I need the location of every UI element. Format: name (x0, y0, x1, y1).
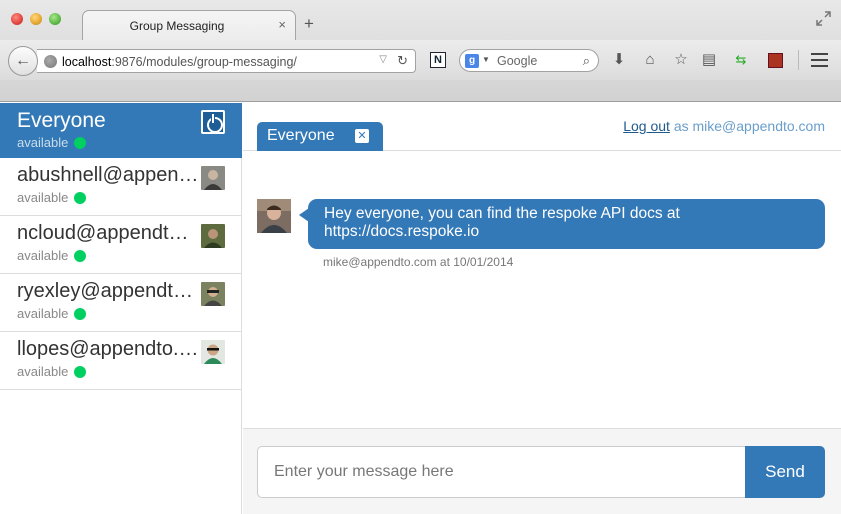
group-status: available (17, 135, 87, 150)
user-list-item[interactable]: abushnell@appendto.com available (0, 158, 242, 216)
address-bar[interactable]: localhost:9876/modules/group-messaging/ … (37, 49, 416, 73)
tab-everyone[interactable]: Everyone ✕ (257, 122, 383, 151)
user-name: abushnell@appendto.com (17, 164, 199, 186)
presence-dot-icon (74, 250, 87, 262)
globe-icon (44, 55, 57, 68)
user-status: available (17, 190, 87, 205)
browser-tab-close-icon[interactable]: × (278, 17, 286, 32)
url-history-dropdown-icon[interactable]: ▽ (379, 54, 387, 65)
browser-chrome: Group Messaging × + localhost:9876/modul… (0, 0, 841, 102)
fullscreen-icon[interactable] (816, 11, 831, 26)
group-name: Everyone (17, 109, 106, 132)
user-name: llopes@appendto.com (17, 338, 199, 360)
status-text: available (17, 306, 69, 321)
status-text: available (17, 248, 69, 263)
user-name: ryexley@appendto.com (17, 280, 199, 302)
avatar (201, 340, 225, 364)
message-meta: mike@appendto.com at 10/01/2014 (323, 255, 514, 269)
avatar (201, 224, 225, 248)
user-status: available (17, 248, 87, 263)
search-engine-placeholder: Google (497, 54, 538, 68)
user-status: available (17, 364, 87, 379)
message-composer: Send (243, 428, 841, 514)
window-zoom-button[interactable] (49, 13, 61, 25)
n-extension-icon[interactable]: N (430, 52, 446, 68)
search-icon[interactable]: ⌕ (583, 53, 590, 69)
back-arrow-icon: ← (15, 52, 31, 69)
avatar (201, 282, 225, 306)
avatar (201, 166, 225, 190)
browser-tab-active[interactable]: Group Messaging × (82, 10, 296, 40)
user-list-item[interactable]: llopes@appendto.com available (0, 332, 242, 390)
new-tab-button[interactable]: + (304, 15, 314, 32)
conversation-tabs-bar: Everyone ✕ Log out as mike@appendto.com (243, 103, 841, 151)
user-list-item[interactable]: ryexley@appendto.com available (0, 274, 242, 332)
toolbar-divider (798, 50, 799, 70)
presence-dot-icon (74, 137, 87, 149)
address-bar-url[interactable]: localhost:9876/modules/group-messaging/ (62, 55, 297, 69)
reload-icon[interactable]: ↻ (397, 53, 408, 69)
back-button[interactable]: ← (8, 46, 38, 76)
window-close-button[interactable] (11, 13, 23, 25)
logout-link[interactable]: Log out (623, 118, 670, 134)
status-text: available (17, 190, 69, 205)
session-info: Log out as mike@appendto.com (623, 118, 825, 134)
browser-tab-title: Group Messaging (129, 19, 225, 33)
power-icon[interactable] (201, 110, 225, 134)
download-icon[interactable]: ⬇ (609, 50, 629, 70)
group-item-everyone[interactable]: Everyone available (0, 103, 242, 158)
send-button[interactable]: Send (745, 446, 825, 498)
user-status: available (17, 306, 87, 321)
message-text: Hey everyone, you can find the respoke A… (324, 205, 680, 240)
status-text: available (17, 135, 69, 150)
status-text: available (17, 364, 69, 379)
user-list-item[interactable]: ncloud@appendto.com available (0, 216, 242, 274)
search-engine-dropdown-icon[interactable]: ▼ (482, 55, 490, 64)
avatar (257, 199, 291, 233)
user-name: ncloud@appendto.com (17, 222, 199, 244)
search-bar[interactable]: g ▼ Google ⌕ (459, 49, 599, 72)
reading-list-icon[interactable]: ▤ (699, 50, 719, 70)
message-bubble: Hey everyone, you can find the respoke A… (299, 199, 825, 249)
message-input[interactable] (257, 446, 747, 498)
extension-icon[interactable] (765, 50, 785, 70)
presence-dot-icon (74, 192, 87, 204)
url-host: localhost (62, 55, 112, 69)
window-minimize-button[interactable] (30, 13, 42, 25)
home-icon[interactable]: ⌂ (640, 50, 660, 70)
tab-label: Everyone (267, 127, 335, 144)
url-path: :9876/modules/group-messaging/ (111, 55, 297, 69)
menu-icon[interactable] (811, 53, 828, 67)
logged-in-as: as mike@appendto.com (673, 118, 825, 134)
contacts-sidebar: Everyone available abushnell@appendto.co… (0, 103, 242, 514)
conversation-panel: Everyone ✕ Log out as mike@appendto.com … (243, 103, 841, 514)
sync-arrows-icon[interactable]: ⇆ (731, 50, 751, 70)
google-icon[interactable]: g (465, 54, 479, 68)
presence-dot-icon (74, 366, 87, 378)
close-tab-icon[interactable]: ✕ (355, 129, 369, 143)
presence-dot-icon (74, 308, 87, 320)
bookmark-star-icon[interactable]: ☆ (671, 50, 691, 70)
